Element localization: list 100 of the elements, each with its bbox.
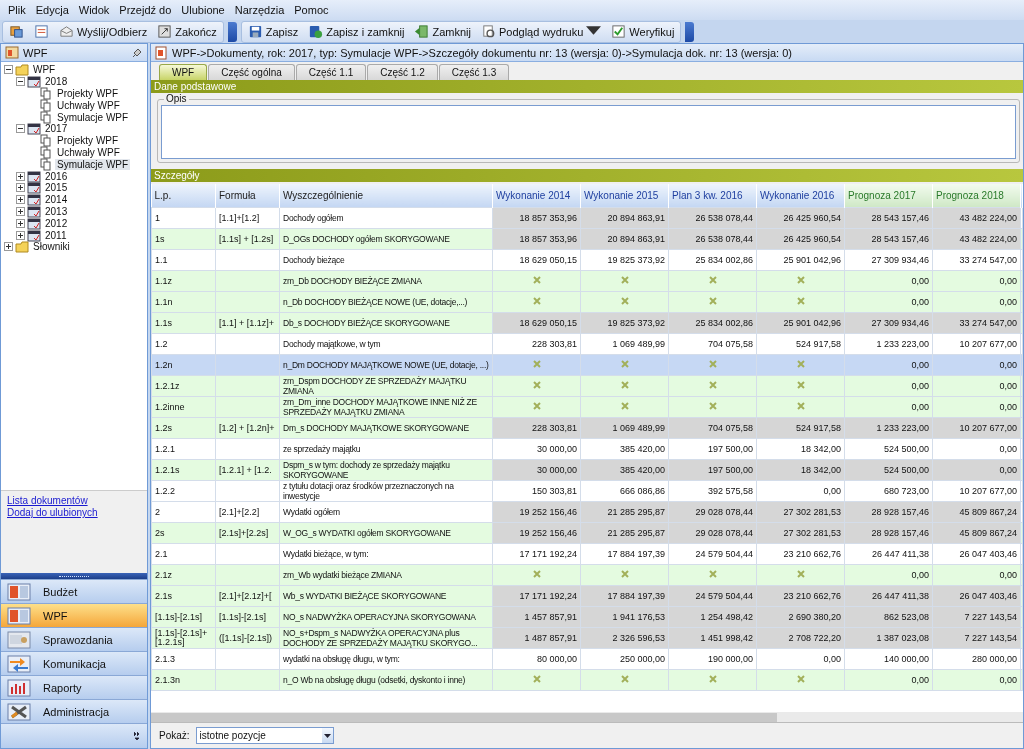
nav-button[interactable]: WPF [1, 603, 147, 627]
expand-icon[interactable] [16, 230, 25, 240]
nav-button[interactable]: Budżet [1, 579, 147, 603]
column-header[interactable]: Formuła [215, 184, 280, 208]
table-cell: W_OG_s WYDATKI ogółem SKORYGOWANE [279, 522, 493, 544]
filter-dropdown[interactable]: istotne pozycje [195, 727, 334, 744]
calendar-icon [27, 193, 41, 207]
scrollbar-thumb[interactable] [151, 712, 777, 722]
column-header[interactable]: Plan 3 kw. 2016 [668, 184, 757, 208]
collapse-icon[interactable] [16, 124, 25, 134]
table-cell: n_O Wb na obsługę długu (odsetki, dyskonto i inne) [279, 669, 493, 691]
dropdown-arrow-icon[interactable] [323, 733, 331, 738]
calendar-icon [27, 228, 41, 242]
toolbar-button[interactable]: Zamknij [410, 23, 475, 40]
column-header[interactable]: Wykonanie 2016 [756, 184, 845, 208]
tree-item[interactable]: Słowniki [31, 241, 72, 253]
tree-item[interactable]: 2013 [43, 205, 70, 217]
table-cell: 2.1 [151, 543, 216, 565]
table-cell: 1.1n [151, 291, 216, 313]
column-header[interactable]: Wykonanie 2014 [492, 184, 581, 208]
menu-item[interactable]: Plik [3, 2, 31, 18]
expand-icon[interactable] [16, 171, 25, 181]
tree-item[interactable]: 2014 [43, 194, 70, 206]
column-header[interactable]: Wykonanie 2015 [580, 184, 669, 208]
collapse-icon[interactable] [16, 77, 25, 87]
toolbar-icon [308, 24, 324, 39]
section-header: Dane podstawowe [151, 80, 1023, 93]
cross-icon [796, 360, 805, 368]
pin-icon[interactable] [132, 47, 143, 58]
tree-item[interactable]: Uchwały WPF [55, 99, 122, 111]
expand-icon[interactable] [16, 218, 25, 228]
toolbar-button[interactable]: Podgląd wydruku [476, 23, 606, 40]
toolbar-options-button[interactable] [227, 21, 237, 42]
tree-item[interactable]: 2011 [43, 229, 69, 241]
menu-item[interactable]: Edycja [30, 2, 74, 18]
scrollbar[interactable] [151, 712, 1023, 722]
nav-button[interactable]: Raporty [1, 675, 147, 699]
tree-item[interactable]: 2018 [43, 76, 70, 88]
tree-item[interactable]: 2016 [43, 170, 70, 182]
document-icon [155, 45, 168, 60]
panel-icon [5, 46, 19, 59]
toolbar-button[interactable]: Zapisz i zamknij [304, 23, 409, 40]
column-header[interactable]: Prognoza 2018 [932, 184, 1021, 208]
tree-item[interactable]: Uchwały WPF [55, 146, 122, 158]
tab[interactable]: Część 1.1 [295, 64, 367, 80]
nav-button[interactable]: Komunikacja [1, 651, 147, 675]
cross-icon [532, 570, 541, 578]
toolbar-button[interactable]: Zakończ [153, 23, 221, 40]
cross-icon [708, 360, 717, 368]
tree-item[interactable]: WPF [31, 64, 58, 76]
splitter-handle[interactable] [1, 573, 147, 579]
column-header[interactable]: L.p. [151, 184, 216, 208]
tab[interactable]: Część 1.3 [438, 64, 510, 80]
expand-icon[interactable] [16, 206, 25, 216]
tree-item[interactable]: Symulacje WPF [55, 158, 131, 170]
description-field[interactable] [161, 105, 1016, 159]
toolbar-icon [480, 24, 496, 39]
tree-item[interactable]: 2015 [43, 182, 70, 194]
table-cell: 1.2 [151, 333, 216, 355]
collapse-icon[interactable] [4, 65, 13, 75]
cross-icon [532, 381, 541, 389]
toolbar-button[interactable]: Wyślij/Odbierz [55, 23, 152, 40]
chevron-icon[interactable] [133, 731, 141, 741]
tree-item[interactable]: Projekty WPF [55, 88, 121, 99]
tab[interactable]: WPF [159, 64, 208, 80]
document-icon [39, 87, 53, 100]
tree-item[interactable]: Symulacje WPF [55, 111, 131, 123]
menu-item[interactable]: Przejdź do [114, 2, 177, 18]
cross-icon [708, 381, 717, 389]
toolbar-options-button[interactable] [685, 21, 695, 42]
link[interactable]: Dodaj do ulubionych [7, 507, 141, 518]
table-cell: [1.1s]-[2.1s] [151, 606, 216, 628]
tree-item[interactable]: 2012 [43, 217, 70, 229]
menu-item[interactable]: Widok [73, 2, 115, 18]
tree-item[interactable]: Projekty WPF [55, 135, 121, 147]
table-cell: 1.2n [151, 354, 216, 376]
expand-icon[interactable] [16, 195, 25, 205]
column-header[interactable]: Wyszczególnienie [279, 184, 493, 208]
table-cell: 1.1 [151, 249, 216, 271]
menu-item[interactable]: Ulubione [176, 2, 230, 18]
nav-button[interactable]: Administracja [1, 699, 147, 723]
tree-item[interactable]: 2017 [43, 123, 70, 135]
table-cell: 26 538 078,44 [668, 207, 757, 229]
expand-icon[interactable] [16, 183, 25, 193]
table-cell: Wb_s WYDATKI BIEŻĄCE SKORYGOWANE [279, 585, 493, 607]
panel-title: WPF [23, 46, 49, 59]
menu-item[interactable]: Pomoc [289, 2, 334, 18]
tab[interactable]: Część 1.2 [367, 64, 438, 80]
tab[interactable]: Część ogólna [208, 64, 295, 80]
expand-icon[interactable] [4, 242, 13, 252]
module-icon [7, 629, 31, 650]
toolbar-button[interactable]: Zapisz [243, 23, 303, 40]
section-header: Szczegóły [151, 169, 1023, 182]
link[interactable]: Lista dokumentów [7, 495, 141, 506]
menu-item[interactable]: Narzędzia [229, 2, 290, 18]
toolbar-button[interactable]: Weryfikuj [607, 23, 679, 40]
nav-button[interactable]: Sprawozdania [1, 627, 147, 651]
table-cell: 1.1z [151, 270, 216, 292]
cross-icon [620, 570, 629, 578]
column-header[interactable]: Prognoza 2017 [844, 184, 933, 208]
